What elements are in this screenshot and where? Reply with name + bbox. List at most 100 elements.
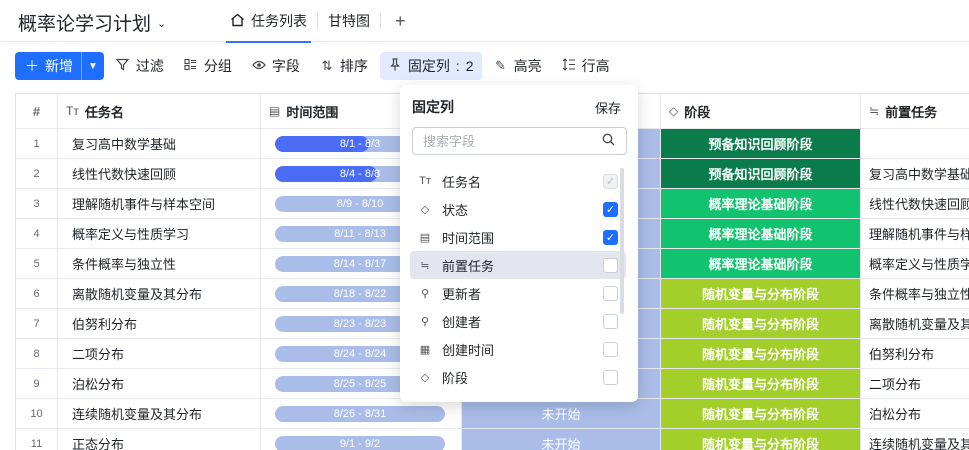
stage-cell[interactable]: 随机变量与分布阶段 [661,339,861,368]
task-name-cell[interactable]: 离散随机变量及其分布 [58,279,261,308]
new-record-button[interactable]: ＋ 新增 ▼ [15,52,104,80]
pin-field-item[interactable]: ⚲ 创建者 [410,307,626,335]
predecessor-cell[interactable]: 二项分布 [861,369,969,398]
stage-cell[interactable]: 随机变量与分布阶段 [661,399,861,428]
status-cell[interactable]: 未开始 [462,399,661,428]
stage-cell[interactable]: 随机变量与分布阶段 [661,429,861,450]
pin-field-item[interactable]: ▦ 创建时间 [410,335,626,363]
pin-field-item[interactable]: ⚲ 更新者 [410,279,626,307]
predecessor-cell[interactable] [861,129,969,158]
predecessor-cell[interactable]: 离散随机变量及其分布 [861,309,969,338]
stage-cell[interactable]: 随机变量与分布阶段 [661,309,861,338]
row-height-button[interactable]: 行高 [554,52,618,80]
predecessor-cell[interactable]: 连续随机变量及其分布 [861,429,969,450]
pin-field-item[interactable]: Tт 任务名 ✓ [410,167,626,195]
fields-label: 字段 [271,58,300,74]
fields-button[interactable]: 字段 [244,52,308,80]
predecessor-cell[interactable]: 条件概率与独立性 [861,279,969,308]
field-search-input[interactable] [412,127,627,155]
row-number: 10 [16,399,58,428]
row-number: 3 [16,189,58,218]
chevron-down-icon[interactable]: ▼ [81,52,104,80]
date-range-text: 8/11 - 8/13 [334,227,386,240]
date-range-bar[interactable]: 9/1 - 9/2 [275,435,445,450]
field-checkbox[interactable]: ✓ [603,229,618,245]
task-name-cell[interactable]: 概率定义与性质学习 [58,219,261,248]
tag-icon: ◇ [420,203,430,216]
new-label: 新增 [45,58,73,74]
stage-cell[interactable]: 概率理论基础阶段 [661,249,861,278]
stage-cell[interactable]: 概率理论基础阶段 [661,219,861,248]
task-name-cell[interactable]: 正态分布 [58,429,261,450]
stage-tag: 预备知识回顾阶段 [661,129,860,158]
predecessor-cell[interactable]: 概率定义与性质学习 [861,249,969,278]
header-stage[interactable]: ◇ 阶段 [661,94,861,128]
task-name-cell[interactable]: 条件概率与独立性 [58,249,261,278]
field-checkbox[interactable] [603,341,618,357]
pin-columns-popover: 固定列 保存 Tт 任务名 ✓ ◇ 状态 ✓ ▤ 时间范围 ✓ ≒ 前置任务 ⚲ 更新者 ⚲ 创建者 ▦ 创建时… [400,85,638,402]
task-name-cell[interactable]: 泊松分布 [58,369,261,398]
task-name-cell[interactable]: 伯努利分布 [58,309,261,338]
stage-cell[interactable]: 随机变量与分布阶段 [661,279,861,308]
date-range-bar[interactable]: 8/26 - 8/31 [275,405,445,422]
row-height-label: 行高 [581,58,610,74]
pin-field-item[interactable]: ◇ 状态 ✓ [410,195,626,223]
highlight-button[interactable]: ✎ 高亮 [486,52,550,80]
task-name-cell[interactable]: 二项分布 [58,339,261,368]
sort-button[interactable]: ⇅ 排序 [312,52,376,80]
field-checkbox[interactable] [603,257,618,273]
filter-icon [116,58,130,74]
document-title-dropdown[interactable]: 概率论学习计划 ⌄ [18,9,166,36]
pin-columns-button[interactable]: 固定列: 2 [379,52,482,80]
stage-tag: 概率理论基础阶段 [661,249,860,278]
task-name-cell[interactable]: 连续随机变量及其分布 [58,399,261,428]
date-range-text: 8/4 - 8/8 [339,167,381,180]
predecessor-cell[interactable]: 理解随机事件与样本空间 [861,219,969,248]
tab-gantt[interactable]: 甘特图 [318,0,380,42]
group-button[interactable]: 分组 [176,52,240,80]
stage-cell[interactable]: 预备知识回顾阶段 [661,159,861,188]
field-label: 时间范围 [442,230,495,246]
pin-count: 2 [465,58,474,74]
pin-field-item[interactable]: ◇ 阶段 [410,363,626,391]
predecessor-cell[interactable]: 线性代数快速回顾 [861,189,969,218]
header-predecessor[interactable]: ≒ 前置任务 [861,94,969,128]
filter-button[interactable]: 过滤 [108,52,172,80]
status-cell[interactable]: 未开始 [462,429,661,450]
field-checkbox[interactable] [603,369,618,385]
table-row[interactable]: 10 连续随机变量及其分布 8/26 - 8/31 未开始 随机变量与分布阶段 泊松分布 [16,399,969,429]
field-checkbox[interactable] [603,285,618,301]
date-range-cell[interactable]: 9/1 - 9/2 [261,429,462,450]
pin-field-item[interactable]: ≒ 前置任务 [410,251,626,279]
task-name-cell[interactable]: 复习高中数学基础 [58,129,261,158]
date-range-cell[interactable]: 8/26 - 8/31 [261,399,462,428]
predecessor-cell[interactable]: 泊松分布 [861,399,969,428]
popover-save-button[interactable]: 保存 [595,98,621,117]
date-range-text: 8/18 - 8/22 [333,287,387,300]
header-row-number: # [16,94,58,128]
tab-label: 甘特图 [328,13,370,29]
header-task-name[interactable]: Tт 任务名 [58,94,261,128]
field-list: Tт 任务名 ✓ ◇ 状态 ✓ ▤ 时间范围 ✓ ≒ 前置任务 ⚲ 更新者 ⚲ 创建者 ▦ 创建时间 ◇ 阶段 [410,167,626,391]
stage-cell[interactable]: 概率理论基础阶段 [661,189,861,218]
tab-task-list[interactable]: 任务列表 [220,0,317,43]
add-view-button[interactable]: + [381,0,420,42]
filter-label: 过滤 [135,58,164,74]
tag-icon: ◇ [420,371,430,384]
predecessor-cell[interactable]: 伯努利分布 [861,339,969,368]
eye-icon [252,59,266,74]
stage-cell[interactable]: 预备知识回顾阶段 [661,129,861,158]
pin-field-item[interactable]: ▤ 时间范围 ✓ [410,223,626,251]
field-checkbox[interactable] [603,313,618,329]
table-row[interactable]: 11正态分布 9/1 - 9/2 未开始随机变量与分布阶段连续随机变量及其分布 [16,429,969,450]
predecessor-cell[interactable]: 复习高中数学基础 [861,159,969,188]
row-number: 8 [16,339,58,368]
field-checkbox[interactable]: ✓ [603,201,618,217]
new-record-main[interactable]: ＋ 新增 [15,56,81,76]
stage-cell[interactable]: 随机变量与分布阶段 [661,369,861,398]
task-name-cell[interactable]: 理解随机事件与样本空间 [58,189,261,218]
popover-scrollbar[interactable] [620,168,624,314]
task-name-cell[interactable]: 线性代数快速回顾 [58,159,261,188]
row-number: 11 [16,429,58,450]
field-label: 阶段 [442,370,469,386]
